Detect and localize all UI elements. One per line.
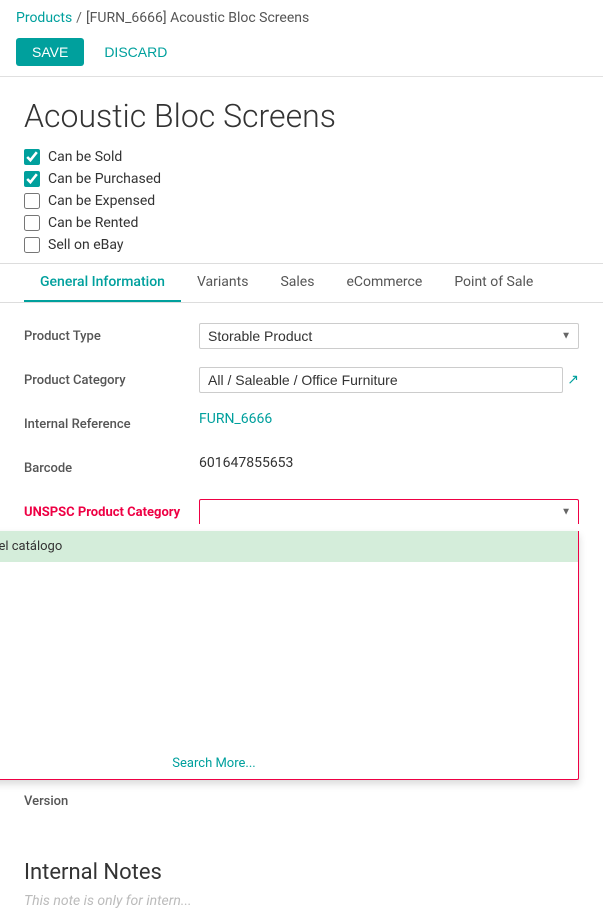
- discard-button[interactable]: DISCARD: [92, 38, 179, 66]
- dropdown-item-5[interactable]: 10101506 Caballos: [0, 686, 578, 717]
- dropdown-item-4[interactable]: 10101505 Ratas: [0, 655, 578, 686]
- internal-reference-label: Internal Reference: [24, 411, 199, 432]
- unspsc-dropdown-menu: 01010101 No existe en el catálogo1010150…: [0, 531, 579, 780]
- breadcrumb-separator: /: [76, 10, 82, 26]
- barcode-row: Barcode 601647855653: [24, 455, 579, 487]
- product-title-section: Acoustic Bloc Screens Can be SoldCan be …: [0, 77, 603, 264]
- dropdown-item-6[interactable]: 10101507 Ovejas: [0, 717, 578, 748]
- checkbox[interactable]: [24, 149, 40, 165]
- version-row: Version: [24, 788, 579, 820]
- tab-ecommerce[interactable]: eCommerce: [330, 264, 438, 302]
- breadcrumb: Products / [FURN_6666] Acoustic Bloc Scr…: [0, 0, 603, 32]
- breadcrumb-current: [FURN_6666] Acoustic Bloc Screens: [86, 10, 309, 26]
- checkbox-item: Can be Purchased: [24, 171, 579, 187]
- dropdown-search-more[interactable]: Search More...: [0, 748, 578, 779]
- toolbar: SAVE DISCARD: [0, 32, 603, 77]
- unspsc-label: UNSPSC Product Category: [24, 499, 199, 520]
- checkbox[interactable]: [24, 237, 40, 253]
- checkbox-label: Can be Purchased: [48, 171, 161, 187]
- internal-reference-row: Internal Reference FURN_6666: [24, 411, 579, 443]
- product-category-select[interactable]: All / Saleable / Office Furniture: [199, 367, 563, 393]
- checkbox-item: Can be Rented: [24, 215, 579, 231]
- checkbox-label: Sell on eBay: [48, 237, 124, 253]
- save-button[interactable]: SAVE: [16, 38, 84, 66]
- product-type-label: Product Type: [24, 323, 199, 344]
- checkbox-item: Can be Sold: [24, 149, 579, 165]
- external-link-icon[interactable]: ↗: [567, 372, 579, 388]
- checkbox[interactable]: [24, 215, 40, 231]
- notes-placeholder: This note is only for intern...: [24, 893, 579, 909]
- checkbox[interactable]: [24, 193, 40, 209]
- tab-general-information[interactable]: General Information: [24, 264, 181, 302]
- dropdown-item-3[interactable]: 10101504 Visón: [0, 624, 578, 655]
- tab-point-of-sale[interactable]: Point of Sale: [438, 264, 549, 302]
- tab-variants[interactable]: Variants: [181, 264, 265, 302]
- product-title: Acoustic Bloc Screens: [24, 97, 579, 135]
- checkbox-list: Can be Sold Can be Purchased Can be Expens…: [24, 149, 579, 253]
- dropdown-item-1[interactable]: 10101501 Gatos vivos: [0, 562, 578, 593]
- internal-reference-value: FURN_6666: [199, 405, 272, 427]
- product-type-row: Product Type Storable Product: [24, 323, 579, 355]
- tab-sales[interactable]: Sales: [264, 264, 330, 302]
- barcode-value: 601647855653: [199, 449, 293, 471]
- product-type-select[interactable]: Storable Product: [199, 323, 579, 349]
- form-section: Product Type Storable Product Product Ca…: [0, 303, 603, 840]
- checkbox-label: Can be Expensed: [48, 193, 155, 209]
- unspsc-input-wrapper: ▼: [199, 499, 579, 524]
- barcode-label: Barcode: [24, 455, 199, 476]
- product-category-label: Product Category: [24, 367, 199, 388]
- unspsc-input[interactable]: [199, 499, 579, 524]
- dropdown-item-0[interactable]: 01010101 No existe en el catálogo: [0, 531, 578, 562]
- version-label: Version: [24, 788, 199, 809]
- checkbox-label: Can be Rented: [48, 215, 138, 231]
- checkbox-item: Sell on eBay: [24, 237, 579, 253]
- product-category-row: Product Category All / Saleable / Office…: [24, 367, 579, 399]
- checkbox[interactable]: [24, 171, 40, 187]
- notes-title: Internal Notes: [24, 860, 579, 885]
- tabs: General InformationVariantsSaleseCommerc…: [0, 264, 603, 303]
- breadcrumb-products-link[interactable]: Products: [16, 10, 72, 26]
- dropdown-item-2[interactable]: 10101502 Perros: [0, 593, 578, 624]
- notes-section: Internal Notes This note is only for int…: [0, 840, 603, 909]
- checkbox-item: Can be Expensed: [24, 193, 579, 209]
- checkbox-label: Can be Sold: [48, 149, 122, 165]
- unspsc-row: UNSPSC Product Category ▼: [24, 499, 579, 531]
- product-type-value[interactable]: Storable Product: [199, 323, 579, 349]
